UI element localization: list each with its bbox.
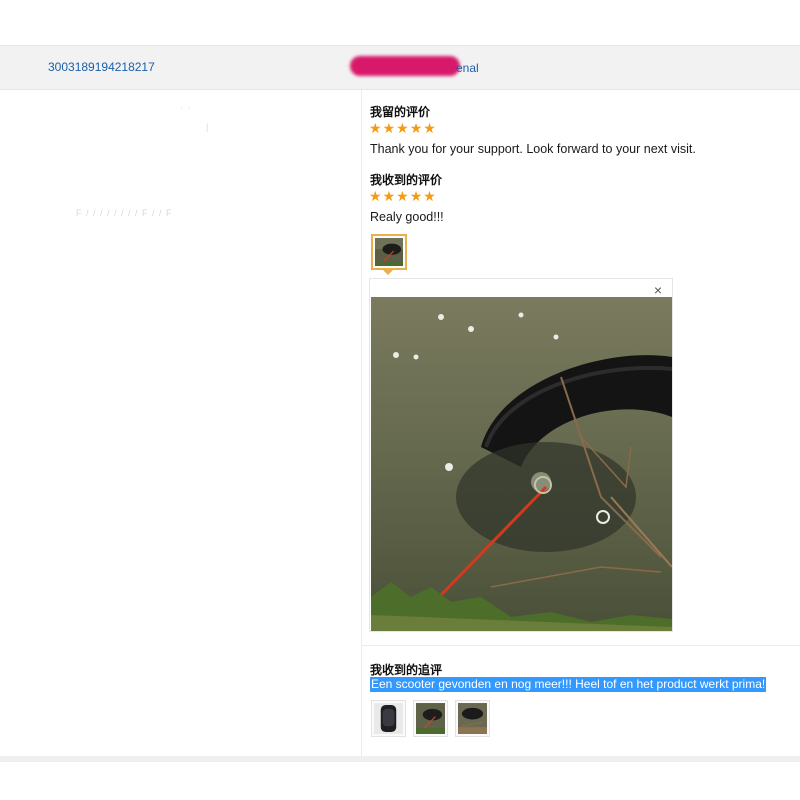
followup-photo-thumbnail[interactable] <box>371 700 406 737</box>
star-icon: ★ <box>396 188 409 204</box>
followup-review-text-selected: Een scooter gevonden en nog meer!!! Heel… <box>370 677 767 692</box>
photo-thumbnail-image <box>458 703 487 734</box>
star-icon: ★ <box>409 120 423 136</box>
review-photo-large <box>371 297 672 631</box>
buyer-review-text: Realy good!!! <box>370 210 444 224</box>
star-icon: ★ <box>369 120 382 136</box>
left-panel-faint-mark: · · <box>180 102 192 112</box>
left-panel-faint-text: F / / / / / / / / F / / F <box>76 208 173 218</box>
followup-photo-thumbnail[interactable] <box>413 700 448 737</box>
star-icon: ★ <box>409 188 423 204</box>
footer-band <box>0 756 800 762</box>
seller-review-stars: ★ ★ ★ ★ ★ <box>369 121 436 135</box>
redacted-store-name <box>350 56 460 76</box>
followup-photo-thumbnail[interactable] <box>455 700 490 737</box>
star-icon: ★ <box>369 188 382 204</box>
photo-thumbnail-image <box>416 703 445 734</box>
star-icon: ★ <box>382 188 396 204</box>
order-id-link[interactable]: 3003189194218217 <box>48 60 155 74</box>
seller-review-text: Thank you for your support. Look forward… <box>370 142 696 156</box>
column-divider <box>361 88 362 756</box>
photo-thumbnail-image <box>374 703 403 734</box>
star-icon: ★ <box>382 120 396 136</box>
star-icon: ★ <box>423 120 436 136</box>
photo-thumbnail-image <box>375 238 403 266</box>
store-name-link[interactable]: enal <box>456 61 479 75</box>
close-icon[interactable]: × <box>654 282 662 298</box>
buyer-review-stars: ★ ★ ★ ★ ★ <box>369 189 436 203</box>
star-icon: ★ <box>396 120 409 136</box>
seller-review-title: 我留的评价 <box>370 105 431 119</box>
star-icon: ★ <box>423 188 436 204</box>
thumbnail-pointer <box>383 270 393 275</box>
review-photo-thumbnail-selected[interactable] <box>371 234 407 270</box>
photo-viewer: × <box>369 278 673 632</box>
buyer-review-title: 我收到的评价 <box>370 173 443 187</box>
section-divider <box>362 645 800 646</box>
followup-review-title: 我收到的追评 <box>370 663 443 677</box>
left-panel-faint-mark: | <box>206 122 210 132</box>
